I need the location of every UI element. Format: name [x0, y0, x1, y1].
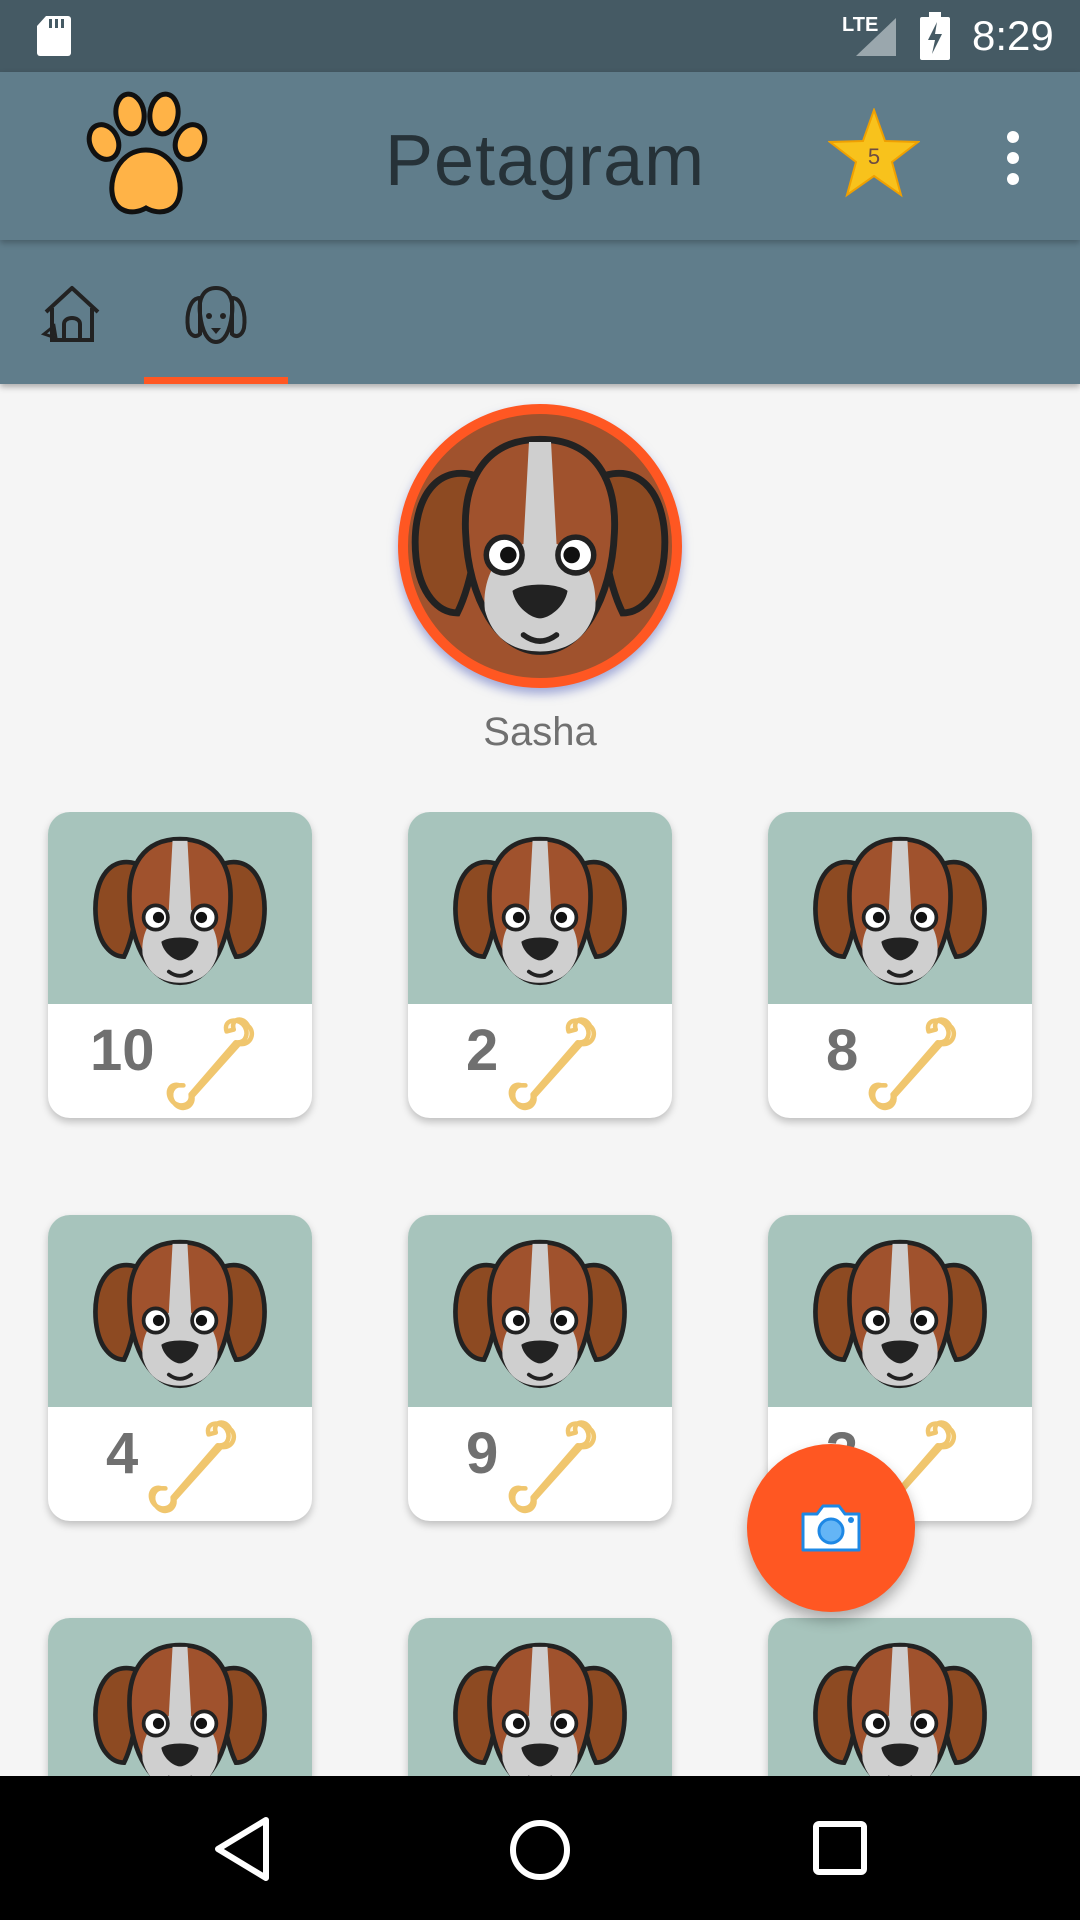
more-vert-icon[interactable] — [998, 130, 1028, 186]
dog-image — [86, 1229, 274, 1397]
dog-house-icon — [40, 286, 100, 342]
photo-image — [48, 1618, 312, 1777]
camera-icon — [801, 1504, 861, 1552]
photo-image — [768, 812, 1032, 1004]
photo-image — [408, 812, 672, 1004]
back-icon[interactable] — [212, 1816, 272, 1882]
bone-icon — [500, 1008, 612, 1116]
photo-image — [768, 1215, 1032, 1407]
bone-icon — [500, 1411, 612, 1519]
app-title: Petagram — [385, 121, 706, 201]
sd-card-icon — [37, 16, 71, 56]
recents-icon[interactable] — [812, 1820, 868, 1876]
profile-name: Sasha — [483, 710, 597, 754]
tab-profile[interactable] — [144, 240, 288, 384]
bone-icon — [140, 1411, 252, 1519]
photo-card[interactable]: 2 — [408, 812, 672, 1118]
system-nav-bar — [0, 1776, 1080, 1920]
photo-card[interactable]: 10 — [48, 812, 312, 1118]
battery-charging-icon — [920, 12, 950, 60]
signal-icon — [856, 18, 896, 56]
tab-indicator — [144, 377, 288, 384]
photo-image — [408, 1215, 672, 1407]
dog-image — [806, 826, 994, 994]
photo-image — [408, 1618, 672, 1777]
photo-card[interactable]: 8 — [768, 812, 1032, 1118]
bone-icon — [860, 1008, 972, 1116]
photo-card[interactable]: 4 — [48, 1215, 312, 1521]
like-count: 2 — [466, 1018, 499, 1083]
dog-image — [446, 826, 634, 994]
screen: LTE 8:29 Petagram 5 Sasha 10 2 8 4 9 — [0, 0, 1080, 1920]
dog-image — [86, 826, 274, 994]
app-bar: Petagram 5 — [0, 72, 1080, 240]
photo-image — [48, 812, 312, 1004]
photo-image — [48, 1215, 312, 1407]
clock: 8:29 — [972, 12, 1054, 59]
status-bar: LTE 8:29 — [0, 0, 1080, 72]
camera-button[interactable] — [747, 1444, 915, 1612]
dog-image — [806, 1229, 994, 1397]
tab-home[interactable] — [0, 240, 144, 384]
like-count: 8 — [826, 1018, 859, 1083]
photo-card[interactable] — [48, 1618, 312, 1777]
like-count: 9 — [466, 1421, 499, 1486]
photo-card[interactable] — [408, 1618, 672, 1777]
profile-photo[interactable] — [398, 404, 682, 688]
paw-icon — [86, 91, 208, 215]
home-icon[interactable] — [508, 1818, 572, 1882]
like-count: 4 — [106, 1421, 139, 1486]
dog-image — [446, 1229, 634, 1397]
dog-image — [806, 1632, 994, 1777]
dog-image — [402, 420, 678, 668]
photo-card[interactable] — [768, 1618, 1032, 1777]
like-count: 10 — [90, 1018, 155, 1083]
photo-card[interactable]: 9 — [408, 1215, 672, 1521]
dog-face-icon — [185, 285, 247, 344]
bone-icon — [158, 1008, 270, 1116]
favorites-count: 5 — [867, 144, 881, 169]
photo-image — [768, 1618, 1032, 1777]
photo-grid: 10 2 8 4 9 3 — [0, 812, 1080, 1777]
dog-image — [86, 1632, 274, 1777]
tab-bar — [0, 240, 1080, 384]
dog-image — [446, 1632, 634, 1777]
